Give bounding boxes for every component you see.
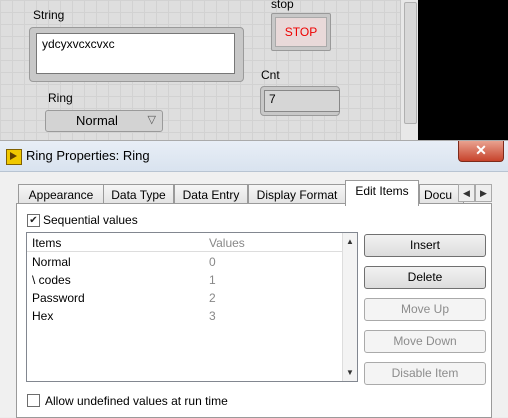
chevron-right-icon[interactable]: ▶: [475, 184, 492, 202]
table-scrollbar[interactable]: ▲ ▼: [342, 233, 357, 381]
string-label: String: [33, 8, 65, 22]
row-item: Password: [32, 291, 85, 305]
chevron-left-icon[interactable]: ◀: [458, 184, 475, 202]
row-value: 3: [209, 309, 216, 323]
move-up-button[interactable]: Move Up: [364, 298, 486, 321]
labview-icon: [6, 149, 22, 165]
row-value: 1: [209, 273, 216, 287]
row-item: \ codes: [32, 273, 71, 287]
row-value: 0: [209, 255, 216, 269]
allow-undefined-checkbox[interactable]: [27, 394, 40, 407]
scroll-up-icon[interactable]: ▲: [346, 237, 354, 246]
tab-edit-items[interactable]: Edit Items: [345, 180, 419, 206]
allow-undefined-label: Allow undefined values at run time: [45, 394, 228, 408]
tab-display-format[interactable]: Display Format: [248, 184, 346, 205]
tab-appearance[interactable]: Appearance: [18, 184, 104, 205]
front-panel: String ydcyxvcxcvxc stop STOP Cnt 7 Ring…: [0, 0, 400, 140]
stop-label: stop: [271, 0, 294, 11]
row-value: 2: [209, 291, 216, 305]
ring-value: Normal: [76, 113, 118, 128]
column-values: Values: [209, 236, 245, 250]
table-row[interactable]: Hex 3: [27, 307, 343, 325]
dialog-title: Ring Properties: Ring: [26, 148, 150, 163]
cnt-label: Cnt: [261, 68, 280, 82]
scrollbar-thumb[interactable]: [404, 2, 417, 124]
delete-button[interactable]: Delete: [364, 266, 486, 289]
stop-button-label: STOP: [275, 17, 327, 47]
sequential-values-label: Sequential values: [43, 213, 138, 227]
string-value[interactable]: ydcyxvcxcvxc: [36, 33, 235, 74]
move-down-button[interactable]: Move Down: [364, 330, 486, 353]
string-control[interactable]: ydcyxvcxcvxc: [29, 27, 244, 82]
column-items: Items: [32, 236, 62, 250]
insert-button[interactable]: Insert: [364, 234, 486, 257]
table-row[interactable]: \ codes 1: [27, 271, 343, 289]
disable-item-button[interactable]: Disable Item: [364, 362, 486, 385]
table-header: Items Values: [27, 233, 343, 252]
stop-button[interactable]: STOP: [271, 13, 331, 51]
chevron-down-icon[interactable]: ▽: [148, 113, 156, 126]
block-diagram-area: [418, 0, 508, 140]
cnt-indicator: 7: [260, 86, 340, 116]
ring-control[interactable]: Normal ▽: [45, 110, 163, 132]
table-row[interactable]: Password 2: [27, 289, 343, 307]
cnt-value: 7: [264, 90, 340, 112]
title-bar[interactable]: Ring Properties: Ring ✕: [0, 141, 508, 172]
scroll-down-icon[interactable]: ▼: [346, 368, 354, 377]
items-table[interactable]: Items Values Normal 0 \ codes 1 Password…: [26, 232, 358, 382]
row-item: Hex: [32, 309, 54, 323]
sequential-values-checkbox[interactable]: ✔: [27, 214, 40, 227]
row-item: Normal: [32, 255, 71, 269]
tab-data-entry[interactable]: Data Entry: [174, 184, 248, 205]
tab-data-type[interactable]: Data Type: [103, 184, 174, 205]
table-row[interactable]: Normal 0: [27, 253, 343, 271]
panel-scrollbar[interactable]: [400, 0, 419, 140]
ring-label: Ring: [48, 91, 73, 105]
close-button[interactable]: ✕: [458, 141, 504, 162]
tab-scroll-arrows: ◀ ▶: [458, 184, 492, 202]
